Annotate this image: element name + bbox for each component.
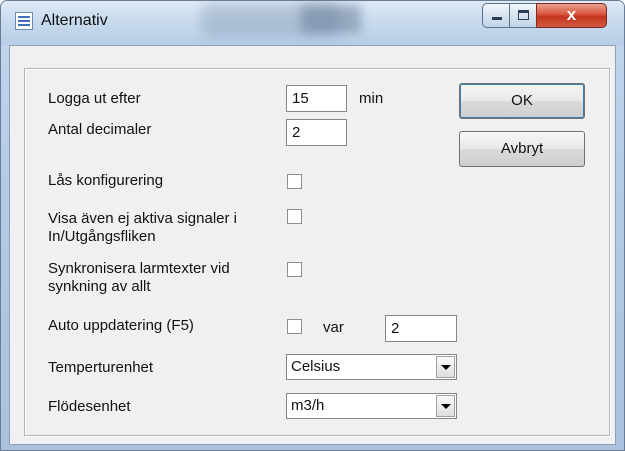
auto-update-label: Auto uppdatering (F5) [48,317,194,334]
chevron-down-icon[interactable] [436,356,455,378]
minimize-icon [492,17,502,20]
show-inactive-label-line1: Visa även ej aktiva signaler i [48,210,237,227]
options-dialog-window: Alternativ x Logga ut efter 15 min Antal… [0,0,625,451]
lock-config-label: Lås konfigurering [48,172,164,189]
ok-button[interactable]: OK [459,83,585,119]
flow-unit-select[interactable]: m3/h [286,393,457,419]
logout-unit-label: min [359,90,384,107]
temperature-unit-select[interactable]: Celsius [286,354,457,380]
logout-label: Logga ut efter [48,90,141,107]
show-inactive-label-line2: In/Utgångsfliken [48,228,156,245]
flow-unit-value: m3/h [291,397,325,414]
show-inactive-checkbox[interactable] [287,209,302,224]
cancel-button[interactable]: Avbryt [459,131,585,167]
title-bar[interactable]: Alternativ x [1,1,624,45]
decimals-label: Antal decimaler [48,121,152,138]
close-icon: x [566,5,577,24]
maximize-button[interactable] [509,3,537,28]
temperature-unit-label: Temperturenhet [48,359,154,376]
logout-minutes-input[interactable]: 15 [286,85,347,112]
maximize-icon [518,10,529,20]
title-bar-background-detail [301,5,361,33]
temperature-unit-value: Celsius [291,358,341,375]
lock-config-checkbox[interactable] [287,174,302,189]
minimize-button[interactable] [482,3,510,28]
close-button[interactable]: x [536,3,607,28]
auto-update-checkbox[interactable] [287,319,302,334]
flow-unit-label: Flödesenhet [48,398,131,415]
decimals-input[interactable]: 2 [286,119,347,146]
auto-update-every-label: var [323,319,344,336]
sync-alarms-checkbox[interactable] [287,262,302,277]
options-window-icon [15,12,33,30]
sync-alarms-label-line2: synkning av allt [48,278,151,295]
auto-update-interval-input[interactable]: 2 [385,315,457,342]
chevron-down-icon[interactable] [436,395,455,417]
window-title: Alternativ [41,12,108,29]
sync-alarms-label-line1: Synkronisera larmtexter vid [48,260,230,277]
